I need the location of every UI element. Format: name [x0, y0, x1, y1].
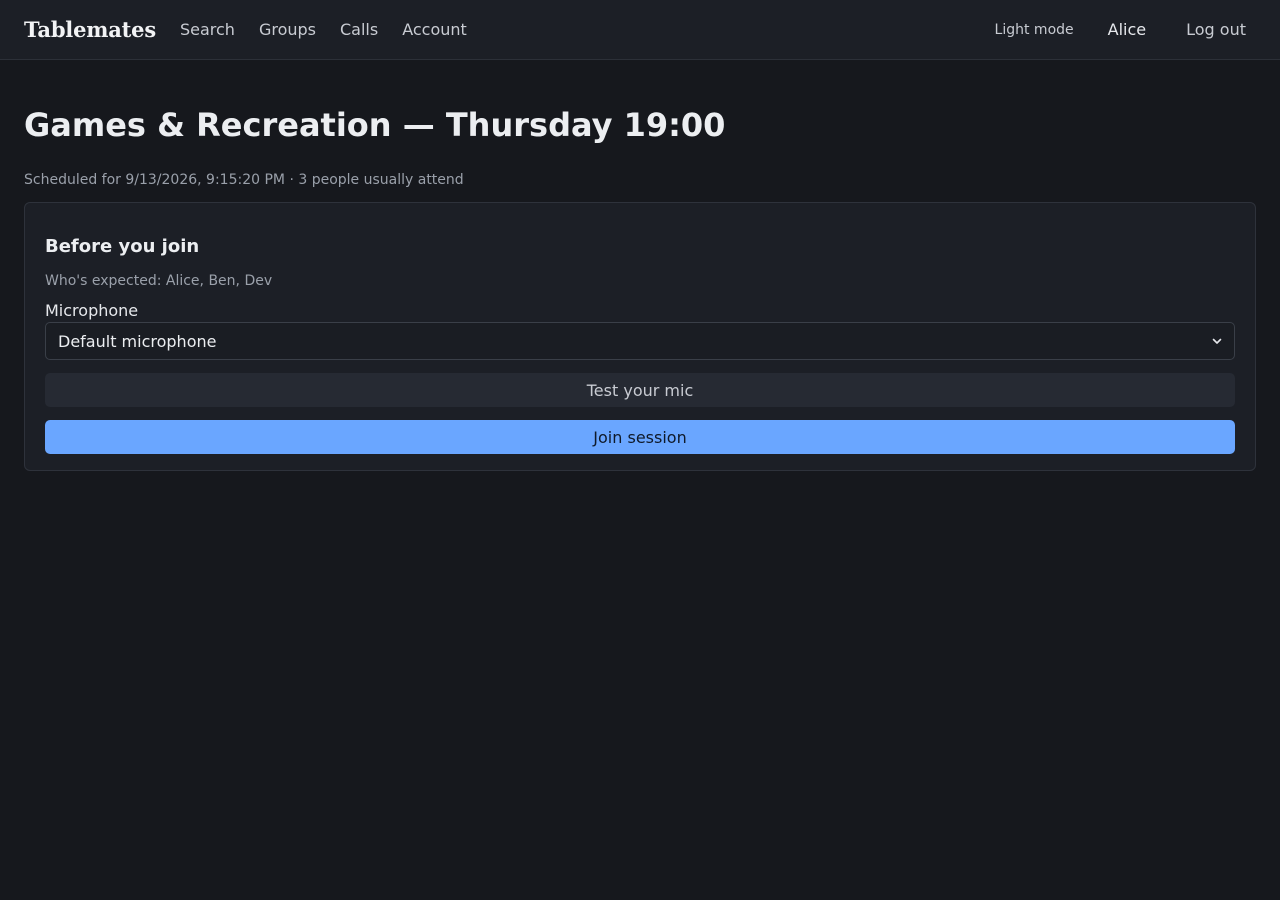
- expected-attendees: Who's expected: Alice, Ben, Dev: [45, 273, 273, 289]
- nav-link-calls[interactable]: Calls: [340, 20, 378, 39]
- nav-link-search[interactable]: Search: [180, 20, 235, 39]
- microphone-label: Microphone: [45, 301, 139, 320]
- user-controls: Light mode Alice Log out: [995, 20, 1256, 39]
- logout-link[interactable]: Log out: [1186, 20, 1246, 39]
- test-mic-button[interactable]: Test your mic: [45, 373, 1235, 407]
- prejoin-card: Before you join Who's expected: Alice, B…: [24, 202, 1256, 471]
- nav-link-groups[interactable]: Groups: [259, 20, 316, 39]
- top-navigation-bar: Tablemates Search Groups Calls Account L…: [0, 0, 1280, 60]
- join-session-button[interactable]: Join session: [45, 420, 1235, 454]
- prejoin-heading: Before you join: [45, 236, 200, 257]
- light-mode-toggle[interactable]: Light mode: [995, 22, 1074, 38]
- session-schedule-info: Scheduled for 9/13/2026, 9:15:20 PM · 3 …: [24, 172, 464, 188]
- microphone-selected-value: Default microphone: [58, 331, 217, 351]
- microphone-select[interactable]: Default microphone: [45, 322, 1235, 360]
- page-title: Games & Recreation — Thursday 19:00: [24, 106, 726, 144]
- brand-logo[interactable]: Tablemates: [24, 17, 156, 42]
- main-nav: Search Groups Calls Account: [180, 20, 491, 39]
- main-content: Games & Recreation — Thursday 19:00 Sche…: [0, 106, 1280, 471]
- nav-link-account[interactable]: Account: [402, 20, 467, 39]
- user-name-link[interactable]: Alice: [1108, 20, 1146, 39]
- chevron-down-icon: [1212, 338, 1222, 344]
